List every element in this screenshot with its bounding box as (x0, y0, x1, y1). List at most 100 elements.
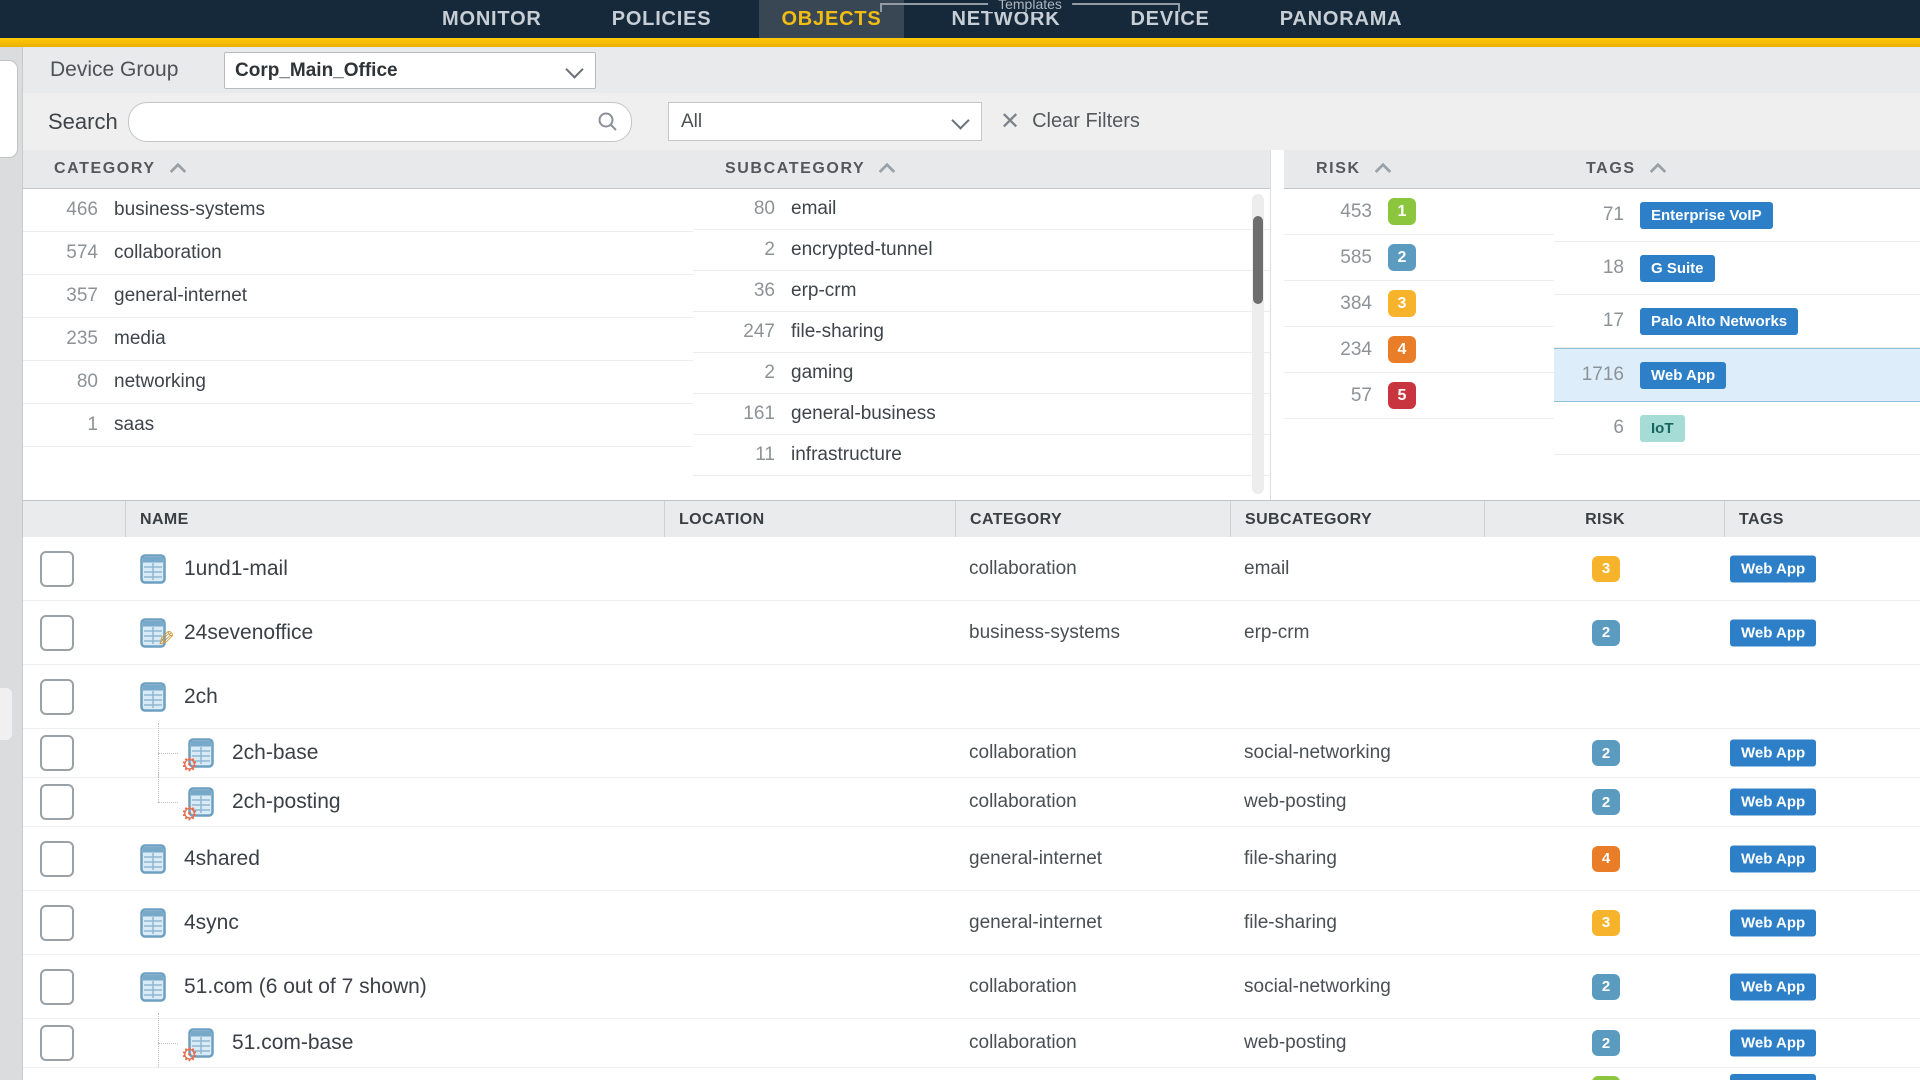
subcategory-filter-item[interactable]: 2 encrypted-tunnel (693, 230, 1270, 271)
filter-count: 80 (723, 198, 775, 220)
risk-filter-item[interactable]: 234 4 (1284, 327, 1554, 373)
filter-count: 357 (40, 285, 98, 307)
filter-panels: CATEGORY 466 business-systems 574 collab… (0, 150, 1920, 500)
subcategory-scrollbar-track (1252, 194, 1264, 494)
application-icon (140, 972, 166, 1002)
subcategory-scrollbar-thumb[interactable] (1253, 216, 1263, 304)
risk-panel: RISK 453 1 585 2 384 3 234 4 (1284, 150, 1555, 500)
search-label: Search (48, 93, 118, 150)
row-checkbox[interactable] (40, 905, 74, 941)
subcategory-filter-item[interactable]: 247 file-sharing (693, 312, 1270, 353)
table-row[interactable]: 2ch-base collaboration social-networking… (0, 729, 1920, 778)
risk-panel-header[interactable]: RISK (1284, 150, 1554, 189)
tag-filter-item[interactable]: 17 Palo Alto Networks (1554, 295, 1920, 348)
risk-badge: 4 (1592, 846, 1620, 872)
filter-name: collaboration (114, 242, 222, 264)
tag-pill: Web App (1730, 619, 1816, 646)
search-row: Search All ✕ Clear Filters (0, 93, 1920, 151)
tag-filter-item[interactable]: 1716 Web App (1554, 348, 1920, 402)
application-name: 4shared (184, 847, 260, 871)
subcategory-filter-item[interactable]: 11 infrastructure (693, 435, 1270, 476)
table-row[interactable]: 24sevenoffice business-systems erp-crm 2… (0, 601, 1920, 665)
column-header-risk[interactable]: RISK (1484, 501, 1725, 538)
tag-pill: Web App (1730, 555, 1816, 582)
column-header-tags[interactable]: TAGS (1724, 501, 1920, 538)
row-checkbox[interactable] (40, 784, 74, 820)
row-checkbox[interactable] (40, 1025, 74, 1061)
risk-filter-item[interactable]: 57 5 (1284, 373, 1554, 419)
tree-connector-horizontal (158, 802, 178, 803)
row-checkbox[interactable] (40, 841, 74, 877)
subcategory-filter-item[interactable]: 2 gaming (693, 353, 1270, 394)
subcategory-filter-item[interactable]: 36 erp-crm (693, 271, 1270, 312)
tags-panel-header[interactable]: TAGS (1554, 150, 1920, 189)
column-header-name[interactable]: NAME (125, 501, 679, 538)
row-checkbox[interactable] (40, 615, 74, 651)
risk-filter-item[interactable]: 384 3 (1284, 281, 1554, 327)
row-category: collaboration (969, 791, 1077, 813)
subcategory-panel-header[interactable]: SUBCATEGORY (693, 150, 1270, 189)
category-panel-title: CATEGORY (54, 160, 156, 178)
category-panel: CATEGORY 466 business-systems 574 collab… (22, 150, 694, 500)
filter-count: 384 (1314, 293, 1372, 315)
row-checkbox[interactable] (40, 679, 74, 715)
nav-tab[interactable]: PANORAMA (1258, 0, 1425, 38)
top-nav: MONITOR POLICIES OBJECTS NETWORK DEVICE … (0, 0, 1920, 38)
sort-ascending-icon (879, 163, 896, 180)
device-group-label: Device Group (50, 47, 178, 93)
category-filter-item[interactable]: 235 media (22, 318, 693, 361)
clear-filters-button[interactable]: ✕ Clear Filters (1000, 93, 1140, 150)
row-checkbox[interactable] (40, 551, 74, 587)
row-checkbox[interactable] (40, 735, 74, 771)
risk-filter-item[interactable]: 453 1 (1284, 189, 1554, 235)
tag-filter-item[interactable]: 18 G Suite (1554, 242, 1920, 295)
filter-count: 235 (40, 328, 98, 350)
table-row[interactable]: 51.com (6 out of 7 shown) collaboration … (0, 955, 1920, 1019)
row-category: collaboration (969, 742, 1077, 764)
table-row[interactable]: 51.com-base collaboration web-posting 2 … (0, 1019, 1920, 1068)
category-list: 466 business-systems 574 collaboration 3… (22, 189, 693, 447)
category-filter-item[interactable]: 466 business-systems (22, 189, 693, 232)
sort-ascending-icon (1649, 163, 1666, 180)
table-row[interactable]: 4shared general-internet file-sharing 4 … (0, 827, 1920, 891)
application-icon (140, 844, 166, 874)
subcategory-filter-item[interactable]: 161 general-business (693, 394, 1270, 435)
tag-filter-item[interactable]: 6 IoT (1554, 402, 1920, 455)
nav-tab[interactable]: MONITOR (420, 0, 564, 38)
category-panel-header[interactable]: CATEGORY (22, 150, 693, 189)
category-filter-item[interactable]: 1 saas (22, 404, 693, 447)
filter-name: infrastructure (791, 444, 902, 466)
table-row[interactable]: 2ch-posting collaboration web-posting 2 … (0, 778, 1920, 827)
category-filter-item[interactable]: 80 networking (22, 361, 693, 404)
tree-connector-horizontal (158, 753, 178, 754)
category-filter-item[interactable]: 574 collaboration (22, 232, 693, 275)
tags-panel: TAGS 71 Enterprise VoIP 18 G Suite 17 Pa… (1554, 150, 1920, 500)
device-group-select[interactable]: Corp_Main_Office (224, 52, 596, 89)
column-header-subcategory[interactable]: SUBCATEGORY (1230, 501, 1499, 538)
table-row[interactable]: 1und1-mail collaboration email 3 Web App (0, 537, 1920, 601)
search-input[interactable] (147, 107, 581, 137)
subcategory-filter-item[interactable]: 80 email (693, 189, 1270, 230)
filter-name: business-systems (114, 199, 265, 221)
risk-badge: 2 (1388, 244, 1416, 271)
chevron-down-icon (951, 111, 969, 129)
table-row[interactable]: 4sync general-internet file-sharing 3 We… (0, 891, 1920, 955)
nav-tab-label: POLICIES (612, 8, 712, 31)
nav-tab-label: OBJECTS (781, 8, 881, 31)
tag-filter-item[interactable]: 71 Enterprise VoIP (1554, 189, 1920, 242)
filter-scope-select[interactable]: All (668, 102, 982, 141)
row-checkbox[interactable] (40, 969, 74, 1005)
nav-tab[interactable]: POLICIES (590, 0, 734, 38)
table-row[interactable]: 2ch (0, 665, 1920, 729)
filter-name: gaming (791, 362, 853, 384)
column-header-location[interactable]: LOCATION (664, 501, 970, 538)
table-row[interactable]: 1 Web App (0, 1068, 1920, 1080)
tag-pill: Web App (1730, 740, 1816, 767)
risk-badge: 5 (1388, 382, 1416, 409)
column-header-category[interactable]: CATEGORY (955, 501, 1245, 538)
application-name: 4sync (184, 911, 239, 935)
category-filter-item[interactable]: 357 general-internet (22, 275, 693, 318)
risk-filter-item[interactable]: 585 2 (1284, 235, 1554, 281)
nav-tab-label: MONITOR (442, 8, 542, 31)
row-category: collaboration (969, 976, 1077, 998)
